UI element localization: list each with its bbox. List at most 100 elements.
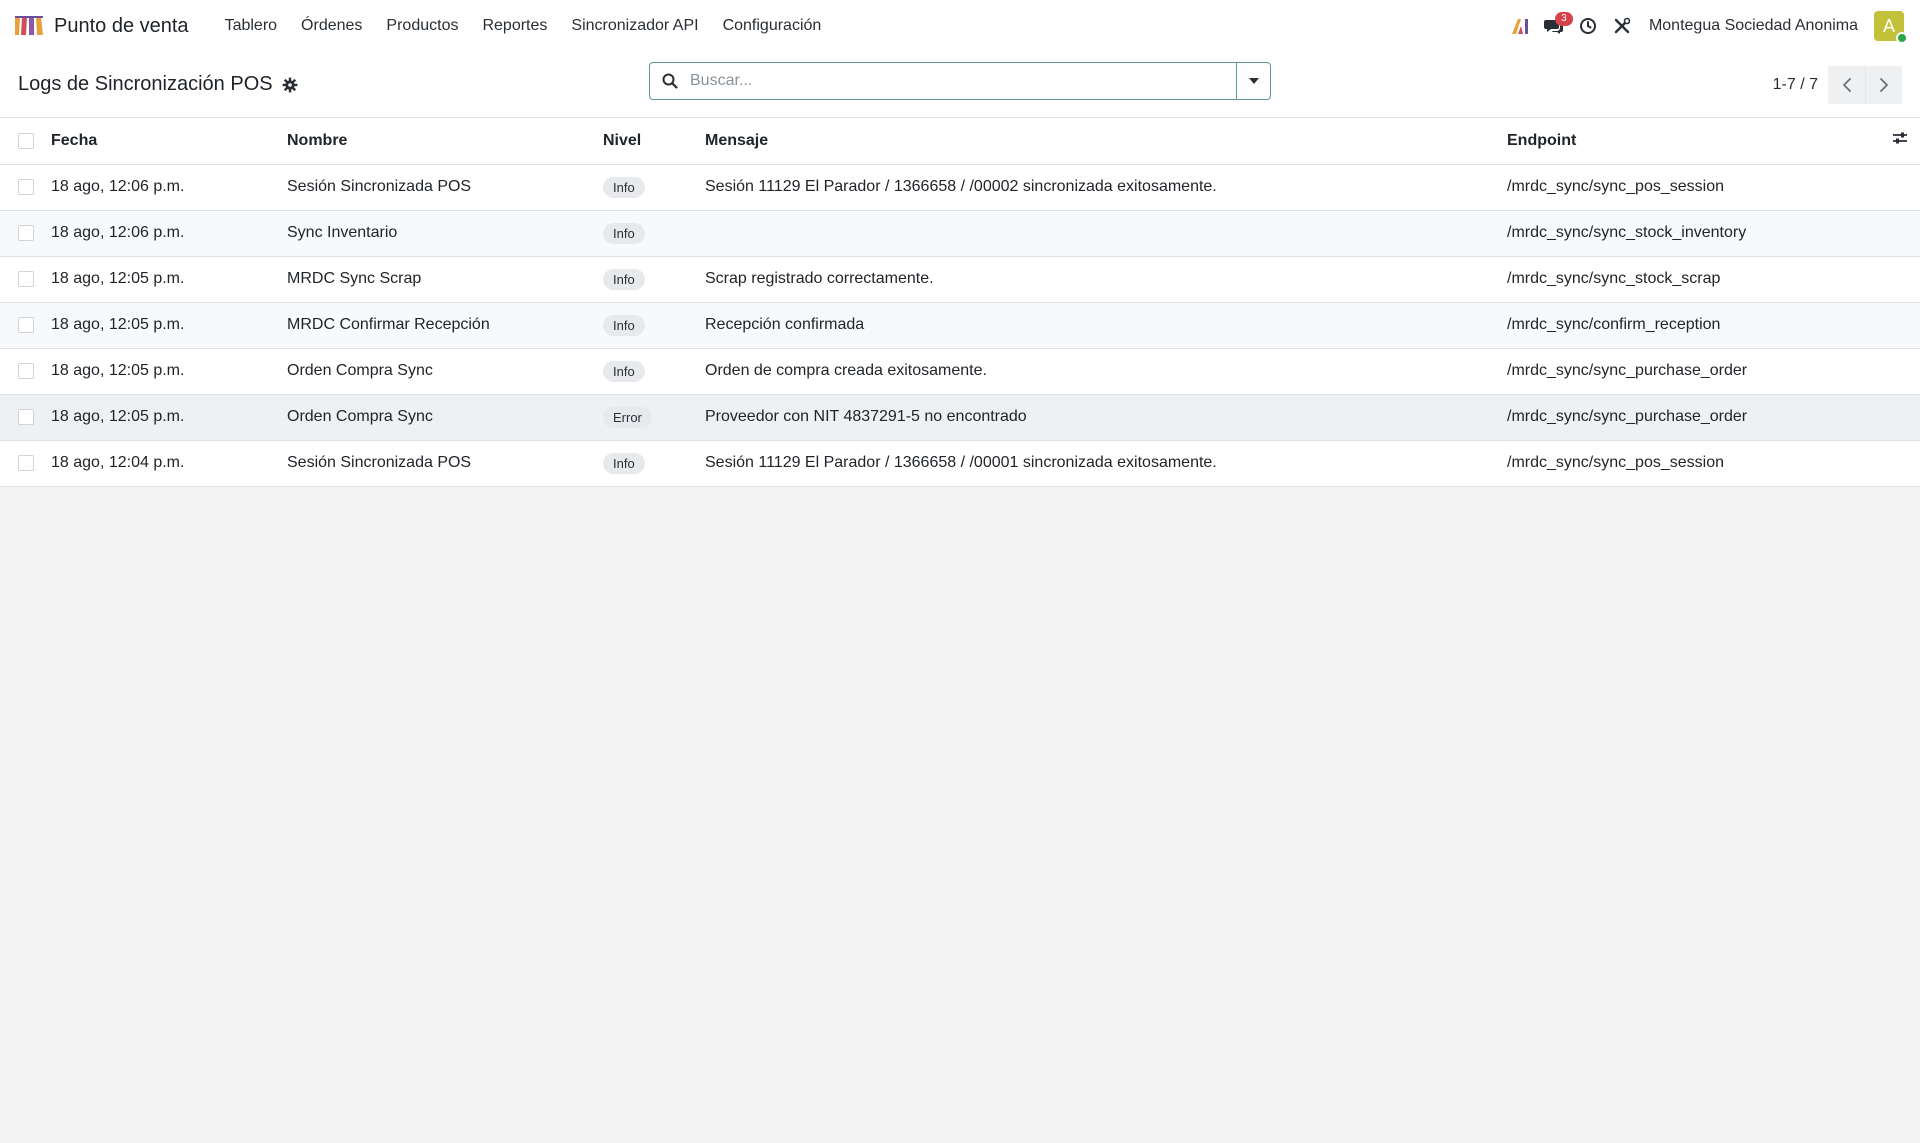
table-row[interactable]: 18 ago, 12:06 p.m. Sesión Sincronizada P… <box>0 164 1920 211</box>
menu-item-tablero[interactable]: Tablero <box>213 0 289 52</box>
ai-assistant-icon <box>1511 19 1528 34</box>
level-badge: Error <box>603 406 652 428</box>
cell-nivel: Info <box>603 256 705 303</box>
menu-item-reportes[interactable]: Reportes <box>470 0 559 52</box>
pos-awning-icon <box>15 16 43 35</box>
row-select-cell <box>0 440 51 487</box>
row-checkbox[interactable] <box>18 178 34 195</box>
cell-nivel: Info <box>603 440 705 487</box>
cell-endpoint: /mrdc_sync/sync_pos_session <box>1507 440 1880 487</box>
control-panel: Logs de Sincronización POS Buscar... 1-7… <box>0 52 1920 118</box>
table-row[interactable]: 18 ago, 12:05 p.m. Orden Compra Sync Inf… <box>0 348 1920 395</box>
cell-endpoint: /mrdc_sync/confirm_reception <box>1507 302 1880 349</box>
cell-nombre: Sync Inventario <box>287 210 603 257</box>
cell-mensaje: Scrap registrado correctamente. <box>705 256 1507 303</box>
table-row[interactable]: 18 ago, 12:06 p.m. Sync Inventario Info … <box>0 210 1920 257</box>
cell-mensaje: Sesión 11129 El Parador / 1366658 / /000… <box>705 164 1507 211</box>
column-header-mensaje[interactable]: Mensaje <box>705 118 1507 165</box>
level-badge: Info <box>603 314 645 336</box>
row-select-cell <box>0 302 51 349</box>
cell-endpoint: /mrdc_sync/sync_stock_inventory <box>1507 210 1880 257</box>
cell-nombre: MRDC Confirmar Recepción <box>287 302 603 349</box>
pager-previous-button[interactable] <box>1828 65 1865 104</box>
column-header-fecha[interactable]: Fecha <box>51 118 287 165</box>
search-options-toggle[interactable] <box>1236 63 1270 99</box>
pager-value[interactable]: 1-7 / 7 <box>1773 76 1818 94</box>
menu-item-ordenes[interactable]: Órdenes <box>289 0 374 52</box>
table-row[interactable]: 18 ago, 12:05 p.m. Orden Compra Sync Err… <box>0 394 1920 441</box>
row-select-cell <box>0 256 51 303</box>
search-bar <box>649 62 1271 100</box>
cell-mensaje <box>705 210 1507 257</box>
table-row[interactable]: 18 ago, 12:04 p.m. Sesión Sincronizada P… <box>0 440 1920 487</box>
row-checkbox[interactable] <box>18 270 34 287</box>
menu-item-sincronizador-api[interactable]: Sincronizador API <box>559 0 710 52</box>
cell-fecha: 18 ago, 12:05 p.m. <box>51 394 287 441</box>
breadcrumb: Logs de Sincronización POS <box>18 73 299 96</box>
row-select-cell <box>0 210 51 257</box>
main-navbar: Punto de venta Tablero Órdenes Productos… <box>0 0 1920 52</box>
column-header-endpoint[interactable]: Endpoint <box>1507 118 1880 165</box>
table-row[interactable]: 18 ago, 12:05 p.m. MRDC Confirmar Recepc… <box>0 302 1920 349</box>
cell-nombre: Sesión Sincronizada POS <box>287 164 603 211</box>
online-status-dot <box>1896 32 1908 44</box>
cell-empty <box>1880 256 1920 303</box>
cell-nivel: Error <box>603 394 705 441</box>
cell-endpoint: /mrdc_sync/sync_pos_session <box>1507 164 1880 211</box>
cell-nivel: Info <box>603 302 705 349</box>
column-header-nivel[interactable]: Nivel <box>603 118 705 165</box>
pager: 1-7 / 7 <box>1773 65 1902 104</box>
cell-empty <box>1880 164 1920 211</box>
cell-endpoint: /mrdc_sync/sync_stock_scrap <box>1507 256 1880 303</box>
messages-button[interactable]: 3 <box>1537 0 1573 52</box>
row-checkbox[interactable] <box>18 316 34 333</box>
company-switcher[interactable]: Montegua Sociedad Anonima <box>1649 17 1858 35</box>
row-checkbox[interactable] <box>18 408 34 425</box>
cell-mensaje: Orden de compra creada exitosamente. <box>705 348 1507 395</box>
table-row[interactable]: 18 ago, 12:05 p.m. MRDC Sync Scrap Info … <box>0 256 1920 303</box>
cell-nivel: Info <box>603 348 705 395</box>
row-checkbox[interactable] <box>18 454 34 471</box>
cell-nombre: Orden Compra Sync <box>287 394 603 441</box>
cell-mensaje: Sesión 11129 El Parador / 1366658 / /000… <box>705 440 1507 487</box>
search-input[interactable] <box>690 63 1236 99</box>
debug-tools-button[interactable] <box>1605 0 1639 52</box>
cell-fecha: 18 ago, 12:05 p.m. <box>51 302 287 349</box>
cell-empty <box>1880 348 1920 395</box>
select-all-checkbox[interactable] <box>18 132 34 149</box>
cell-empty <box>1880 302 1920 349</box>
app-brand[interactable]: Punto de venta <box>14 15 189 38</box>
activities-button[interactable] <box>1571 0 1605 52</box>
optional-columns-toggle[interactable] <box>1892 131 1908 145</box>
caret-down-icon <box>1248 78 1259 84</box>
row-checkbox[interactable] <box>18 362 34 379</box>
level-badge: Info <box>603 360 645 382</box>
cell-nivel: Info <box>603 164 705 211</box>
app-name: Punto de venta <box>54 14 189 37</box>
column-header-nombre[interactable]: Nombre <box>287 118 603 165</box>
level-badge: Info <box>603 176 645 198</box>
row-select-cell <box>0 348 51 395</box>
sliders-icon <box>1893 132 1907 144</box>
level-badge: Info <box>603 222 645 244</box>
user-avatar[interactable]: A <box>1874 11 1908 44</box>
row-checkbox[interactable] <box>18 224 34 241</box>
ai-assistant-button[interactable] <box>1503 0 1537 52</box>
actions-gear-button[interactable] <box>281 76 299 94</box>
cell-mensaje: Proveedor con NIT 4837291-5 no encontrad… <box>705 394 1507 441</box>
row-select-cell <box>0 164 51 211</box>
sync-log-table: Fecha Nombre Nivel Mensaje Endpoint 18 a… <box>0 118 1920 487</box>
pager-next-button[interactable] <box>1865 65 1902 104</box>
cell-nivel: Info <box>603 210 705 257</box>
level-badge: Info <box>603 452 645 474</box>
cell-endpoint: /mrdc_sync/sync_purchase_order <box>1507 348 1880 395</box>
cell-fecha: 18 ago, 12:05 p.m. <box>51 348 287 395</box>
row-select-cell <box>0 394 51 441</box>
cell-endpoint: /mrdc_sync/sync_purchase_order <box>1507 394 1880 441</box>
cell-fecha: 18 ago, 12:05 p.m. <box>51 256 287 303</box>
chevron-left-icon <box>1842 77 1851 92</box>
menu-item-configuracion[interactable]: Configuración <box>711 0 834 52</box>
cell-empty <box>1880 440 1920 487</box>
menu-item-productos[interactable]: Productos <box>374 0 470 52</box>
cell-fecha: 18 ago, 12:04 p.m. <box>51 440 287 487</box>
